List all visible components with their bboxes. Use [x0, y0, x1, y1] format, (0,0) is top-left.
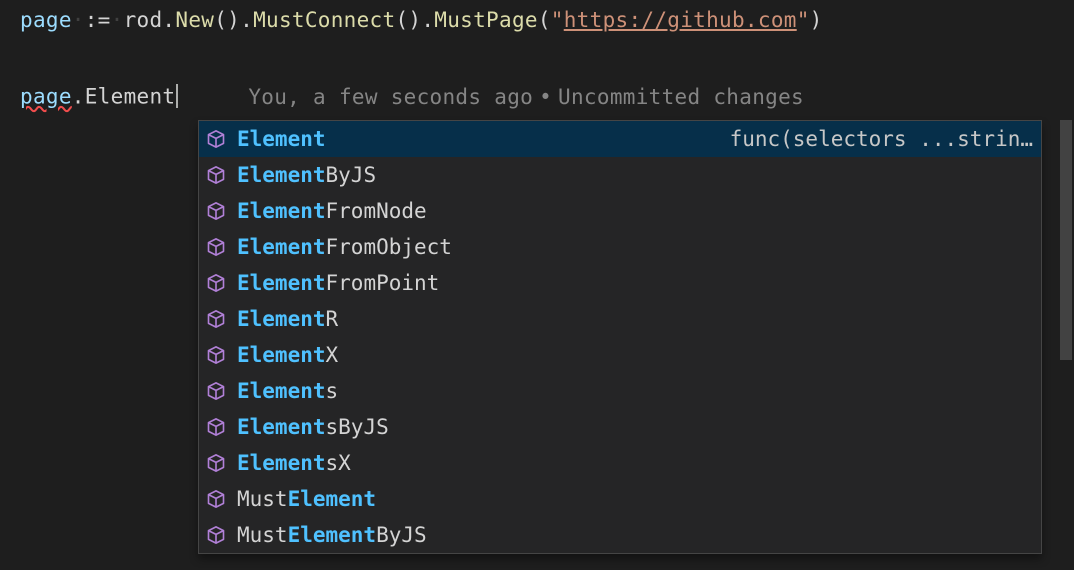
- label-suffix: FromObject: [326, 235, 452, 259]
- identifier-page: page: [20, 8, 72, 32]
- cube-icon: [205, 200, 227, 222]
- label-suffix: FromPoint: [326, 271, 440, 295]
- autocomplete-item[interactable]: ElementFromPoint: [199, 265, 1041, 301]
- operator-assign: :=: [85, 8, 111, 32]
- autocomplete-label: ElementsByJS: [237, 415, 1033, 439]
- cube-icon: [205, 416, 227, 438]
- autocomplete-label: ElementFromObject: [237, 235, 1033, 259]
- label-suffix: X: [326, 343, 339, 367]
- string-url: https://github.com: [564, 8, 797, 32]
- cube-icon: [205, 164, 227, 186]
- label-match: Element: [237, 379, 326, 403]
- label-prefix: Must: [237, 523, 288, 547]
- autocomplete-label: ElementByJS: [237, 163, 1033, 187]
- label-match: Element: [237, 235, 326, 259]
- label-match: Element: [237, 271, 326, 295]
- cube-icon: [205, 272, 227, 294]
- autocomplete-item[interactable]: ElementX: [199, 337, 1041, 373]
- fn-new: New: [175, 8, 214, 32]
- open-paren: (: [538, 8, 551, 32]
- cube-icon: [205, 128, 227, 150]
- dot: .: [72, 85, 85, 109]
- label-suffix: R: [326, 307, 339, 331]
- label-match: Element: [237, 163, 326, 187]
- autocomplete-label: ElementsX: [237, 451, 1033, 475]
- text-cursor: [176, 84, 178, 108]
- label-prefix: Must: [237, 487, 288, 511]
- label-suffix: sByJS: [326, 415, 389, 439]
- label-suffix: s: [326, 379, 339, 403]
- cube-icon: [205, 488, 227, 510]
- cube-icon: [205, 524, 227, 546]
- cube-icon: [205, 308, 227, 330]
- label-suffix: ByJS: [326, 163, 377, 187]
- dot: .: [421, 8, 434, 32]
- typed-method: Element: [85, 85, 176, 109]
- cube-icon: [205, 380, 227, 402]
- autocomplete-label: MustElement: [237, 487, 1033, 511]
- autocomplete-label: ElementX: [237, 343, 1033, 367]
- autocomplete-label: Element: [237, 127, 730, 151]
- separator-dot: •: [539, 85, 552, 109]
- autocomplete-item[interactable]: ElementR: [199, 301, 1041, 337]
- autocomplete-item[interactable]: Element func(selectors ...strin…: [199, 121, 1041, 157]
- label-match: Element: [237, 307, 326, 331]
- autocomplete-item[interactable]: ElementsX: [199, 445, 1041, 481]
- autocomplete-label: MustElementByJS: [237, 523, 1033, 547]
- autocomplete-item[interactable]: MustElementByJS: [199, 517, 1041, 553]
- whitespace: ·: [72, 8, 85, 32]
- label-suffix: ByJS: [376, 523, 427, 547]
- fn-mustpage: MustPage: [434, 8, 538, 32]
- label-match: Element: [237, 127, 326, 151]
- autocomplete-label: ElementFromPoint: [237, 271, 1033, 295]
- codelens-author: You, a few seconds ago: [248, 85, 533, 109]
- identifier-page-error: page: [20, 85, 72, 109]
- fn-mustconnect: MustConnect: [253, 8, 395, 32]
- cube-icon: [205, 452, 227, 474]
- dot: .: [162, 8, 175, 32]
- autocomplete-item[interactable]: ElementsByJS: [199, 409, 1041, 445]
- codelens-inline[interactable]: You, a few seconds ago•Uncommitted chang…: [248, 85, 804, 109]
- cube-icon: [205, 344, 227, 366]
- autocomplete-item[interactable]: ElementFromObject: [199, 229, 1041, 265]
- autocomplete-item[interactable]: MustElement: [199, 481, 1041, 517]
- scrollbar-thumb[interactable]: [1060, 120, 1072, 360]
- label-match: Element: [237, 199, 326, 223]
- codelens-status: Uncommitted changes: [558, 85, 804, 109]
- label-suffix: FromNode: [326, 199, 427, 223]
- code-line-1[interactable]: page·:=·rod.New().MustConnect().MustPage…: [0, 0, 1074, 36]
- autocomplete-label: ElementR: [237, 307, 1033, 331]
- parens: (): [395, 8, 421, 32]
- autocomplete-item[interactable]: Elements: [199, 373, 1041, 409]
- label-match: Element: [237, 343, 326, 367]
- label-match: Element: [288, 487, 377, 511]
- dot: .: [240, 8, 253, 32]
- label-match: Element: [237, 415, 326, 439]
- label-match: Element: [288, 523, 377, 547]
- label-match: Element: [237, 451, 326, 475]
- parens: (): [214, 8, 240, 32]
- code-line-2[interactable]: page.Element You, a few seconds ago•Uncom…: [0, 36, 1074, 115]
- string-quote: ": [797, 8, 810, 32]
- autocomplete-popup[interactable]: Elementfunc(selectors ...strin…ElementBy…: [198, 120, 1042, 554]
- cube-icon: [205, 236, 227, 258]
- identifier-rod: rod: [124, 8, 163, 32]
- autocomplete-label: Elements: [237, 379, 1033, 403]
- scrollbar-vertical[interactable]: [1058, 120, 1074, 552]
- string-quote: ": [551, 8, 564, 32]
- whitespace: ·: [111, 8, 124, 32]
- autocomplete-detail: func(selectors ...strin…: [730, 127, 1033, 151]
- autocomplete-item[interactable]: ElementFromNode: [199, 193, 1041, 229]
- autocomplete-item[interactable]: ElementByJS: [199, 157, 1041, 193]
- close-paren: ): [810, 8, 823, 32]
- label-suffix: sX: [326, 451, 351, 475]
- autocomplete-label: ElementFromNode: [237, 199, 1033, 223]
